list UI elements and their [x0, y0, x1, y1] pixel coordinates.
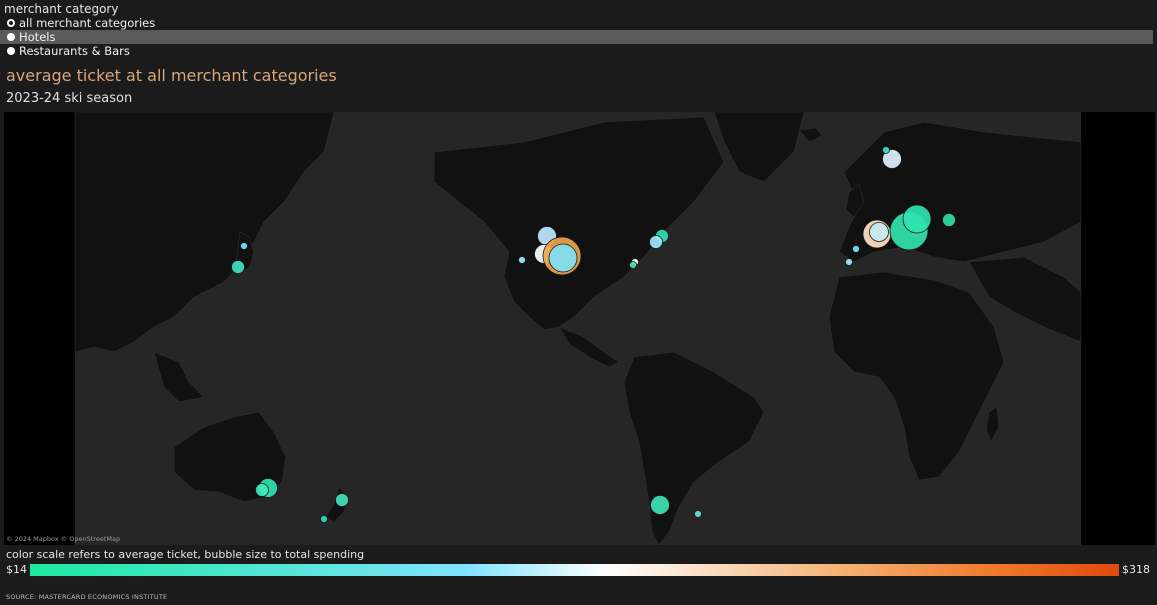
- bubble-andorra[interactable]: [845, 258, 853, 266]
- chart-subtitle: 2023-24 ski season: [6, 91, 133, 106]
- map-attribution: © 2024 Mapbox © OpenStreetMap: [6, 535, 121, 543]
- bubble-chile[interactable]: [650, 495, 670, 515]
- chart-title: average ticket at all merchant categorie…: [6, 66, 337, 85]
- bubble-slovakia[interactable]: [942, 213, 956, 227]
- bubble-australia-nsw[interactable]: [255, 483, 269, 497]
- bubble-switzerland[interactable]: [869, 222, 889, 242]
- color-scale-bar: [30, 564, 1119, 576]
- legend-min-label: $14: [6, 563, 27, 576]
- bubble-western-us-colorado[interactable]: [548, 243, 578, 273]
- map-canvas[interactable]: [4, 112, 1155, 545]
- filter-option-restaurants[interactable]: Restaurants & Bars: [0, 44, 1153, 58]
- radio-icon[interactable]: [7, 47, 15, 55]
- bubble-argentina[interactable]: [694, 510, 702, 518]
- filter-option-label: Hotels: [19, 30, 56, 44]
- bubble-eastern-us-west-virginia[interactable]: [629, 261, 637, 269]
- bubble-japan-hokkaido[interactable]: [240, 242, 248, 250]
- filter-title: merchant category: [4, 2, 119, 16]
- bubble-eastern-us-new-york[interactable]: [649, 235, 663, 249]
- bubble-new-zealand-north[interactable]: [320, 515, 328, 523]
- bubble-spain-sierra-nevada[interactable]: [852, 245, 860, 253]
- filter-option-label: all merchant categories: [19, 16, 156, 30]
- bubble-western-us-lake-tahoe[interactable]: [518, 256, 526, 264]
- legend-note: color scale refers to average ticket, bu…: [6, 548, 365, 561]
- radio-icon[interactable]: [7, 33, 15, 41]
- filter-option-all[interactable]: all merchant categories: [0, 16, 1153, 30]
- bubble-iceland[interactable]: [882, 146, 890, 154]
- filter-option-hotels[interactable]: Hotels: [0, 30, 1153, 44]
- world-map[interactable]: © 2024 Mapbox © OpenStreetMap: [4, 112, 1155, 545]
- legend-max-label: $318: [1122, 563, 1150, 576]
- bubble-italy-dolomites[interactable]: [902, 204, 932, 234]
- bubble-japan-nagano[interactable]: [231, 260, 245, 274]
- radio-selected-icon[interactable]: [7, 19, 15, 27]
- source-note: SOURCE: MASTERCARD ECONOMICS INSTITUTE: [6, 593, 168, 601]
- filter-option-label: Restaurants & Bars: [19, 44, 130, 58]
- bubble-new-zealand-south[interactable]: [335, 493, 349, 507]
